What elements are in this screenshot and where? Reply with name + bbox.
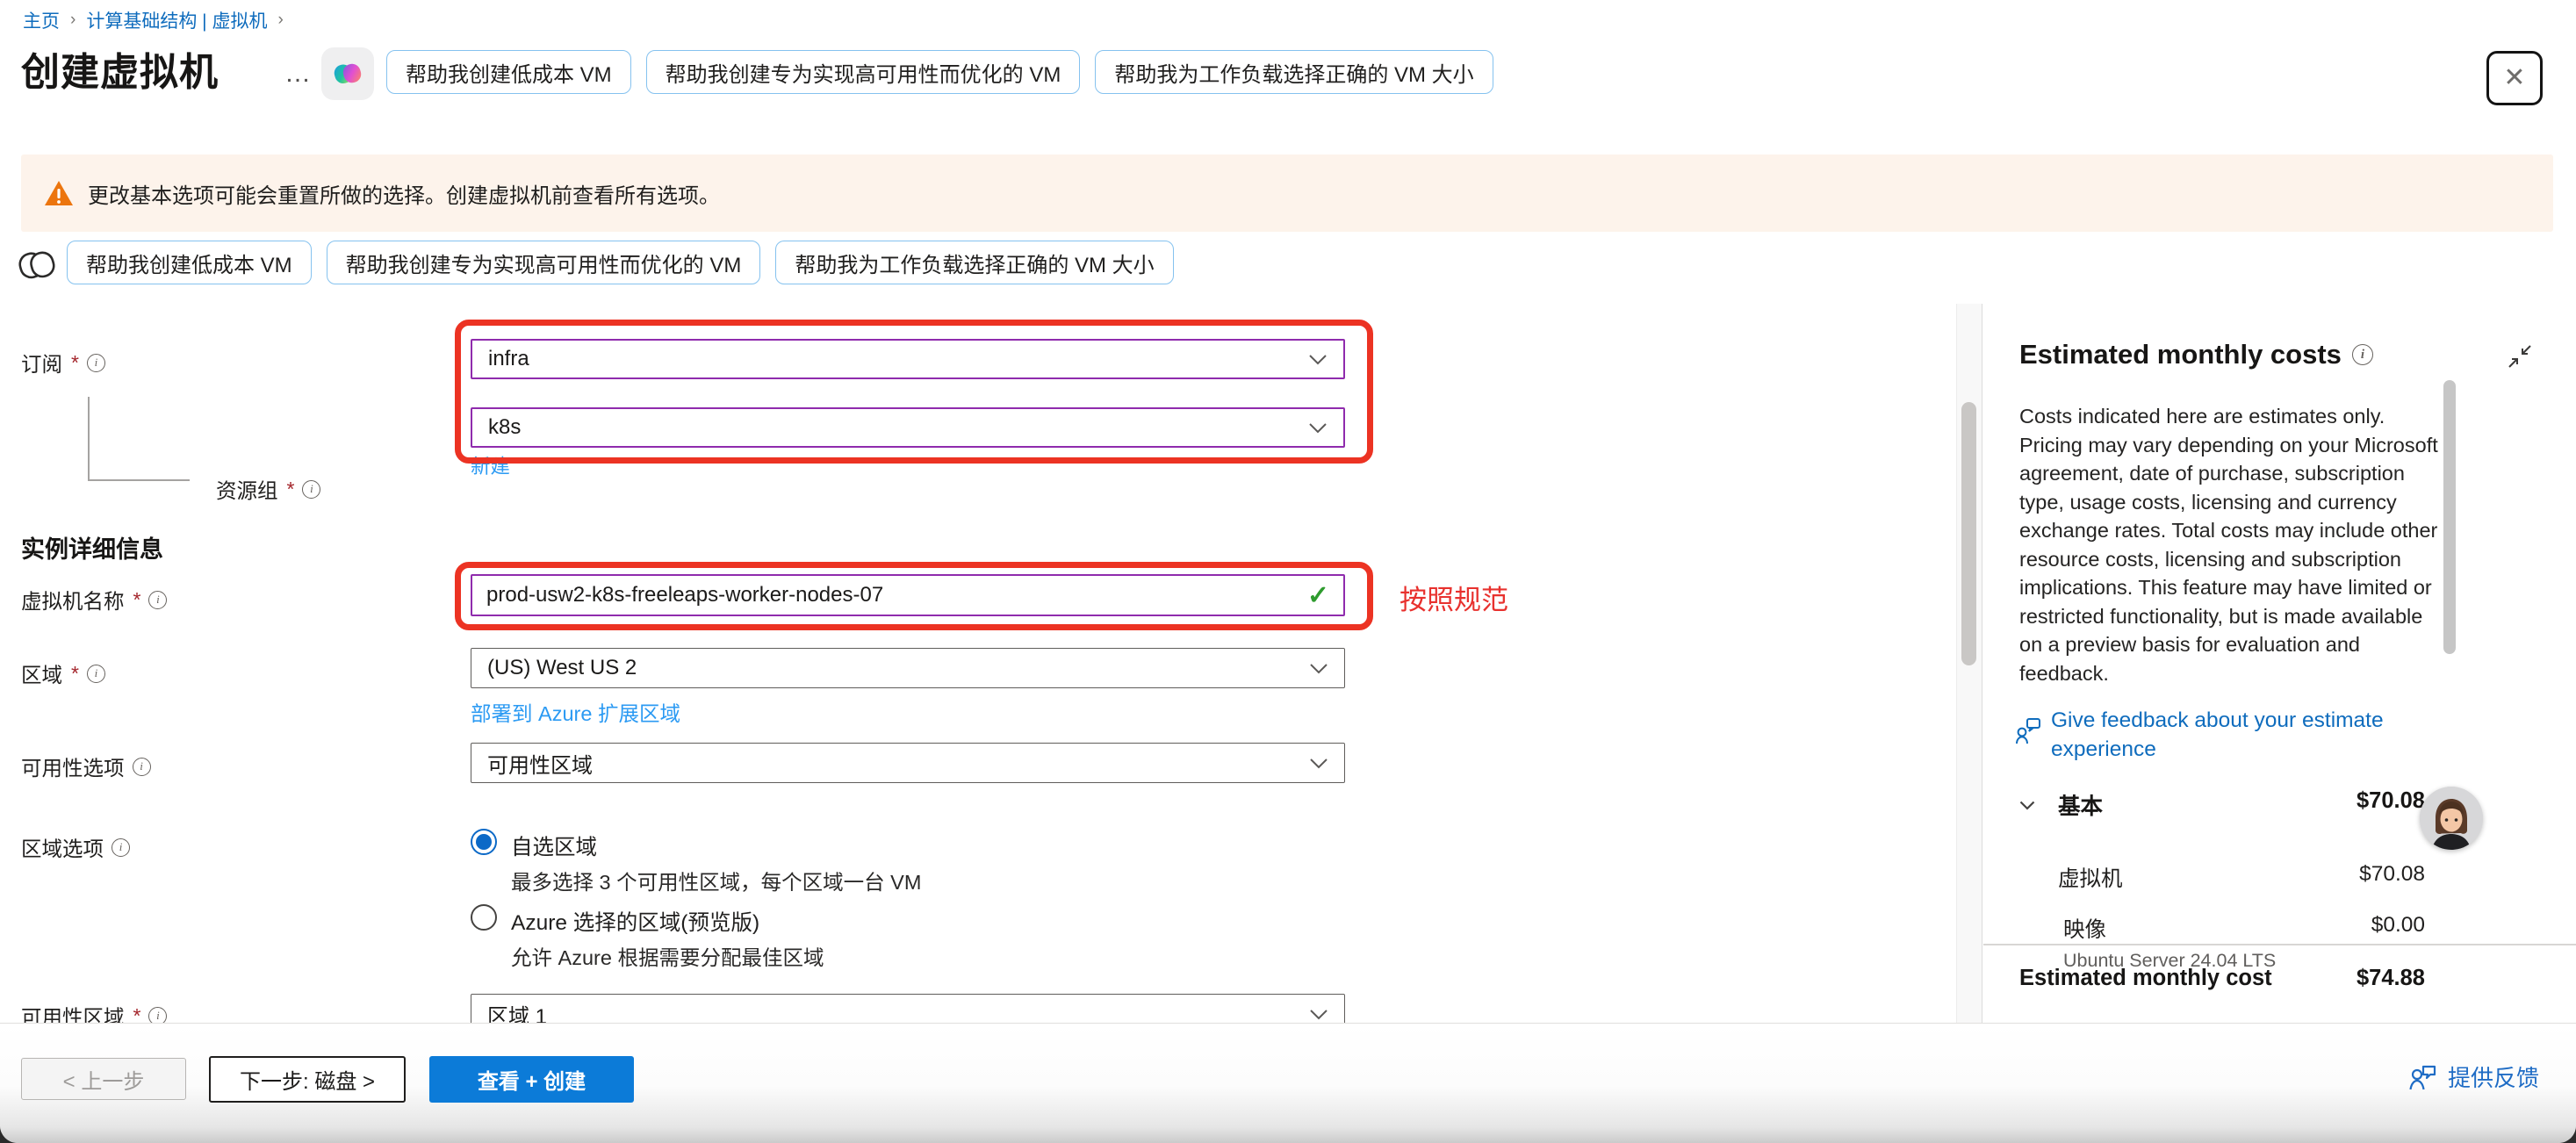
- chevron-down-icon: [1309, 1009, 1328, 1020]
- region-value: (US) West US 2: [487, 656, 637, 680]
- chevron-down-icon: [1308, 354, 1328, 365]
- copilot-suggestions-row: 帮助我创建低成本 VM 帮助我创建专为实现高可用性而优化的 VM 帮助我为工作负…: [67, 241, 1174, 284]
- chevron-down-icon[interactable]: [2019, 801, 2035, 810]
- info-icon[interactable]: i: [2352, 344, 2373, 365]
- feedback-icon: [2016, 716, 2042, 746]
- estimate-feedback-text: Give feedback about your estimate experi…: [2051, 706, 2430, 764]
- cost-item-vm-value: $70.08: [2359, 862, 2425, 887]
- chevron-down-icon: [1309, 663, 1328, 674]
- radio-azure-selected-zone[interactable]: [471, 904, 497, 931]
- annotation-text: 按照规范: [1400, 578, 1508, 617]
- cost-total-divider: [1983, 944, 2576, 945]
- chevron-down-icon: [1309, 758, 1328, 769]
- zone-options-label: 区域选项 i: [21, 832, 130, 862]
- zone-option-2-label[interactable]: Azure 选择的区域(预览版): [511, 906, 759, 937]
- suggestion-right-vm-size-button[interactable]: 帮助我为工作负载选择正确的 VM 大小: [1095, 50, 1493, 94]
- subscription-dropdown[interactable]: infra: [471, 339, 1345, 379]
- zone-option-2-description: 允许 Azure 根据需要分配最佳区域: [511, 941, 824, 971]
- close-icon: ✕: [2503, 65, 2525, 91]
- subscription-value: infra: [488, 347, 529, 371]
- breadcrumb-virtual-machines-link[interactable]: 计算基础结构 | 虚拟机: [86, 7, 267, 33]
- create-new-resource-group-link[interactable]: 新建: [471, 451, 510, 479]
- resource-group-value: k8s: [488, 415, 521, 440]
- resource-group-label: 资源组* i: [216, 474, 320, 504]
- warning-text: 更改基本选项可能会重置所做的选择。创建虚拟机前查看所有选项。: [88, 178, 720, 209]
- close-button[interactable]: ✕: [2486, 51, 2543, 105]
- next-step-disks-button[interactable]: 下一步: 磁盘 >: [209, 1056, 406, 1103]
- chevron-right-icon: ›: [70, 11, 76, 30]
- suggestion-low-cost-vm-button[interactable]: 帮助我创建低成本 VM: [386, 50, 631, 94]
- zone-option-1-label[interactable]: 自选区域: [511, 830, 597, 861]
- chevron-down-icon: [1308, 422, 1328, 434]
- tree-connector-horizontal: [88, 479, 190, 481]
- zone-option-1-description: 最多选择 3 个可用性区域，每个区域一台 VM: [511, 866, 921, 895]
- warning-banner: 更改基本选项可能会重置所做的选择。创建虚拟机前查看所有选项。: [21, 155, 2553, 232]
- availability-options-dropdown[interactable]: 可用性区域: [471, 743, 1345, 783]
- suggestion-low-cost-vm-button[interactable]: 帮助我创建低成本 VM: [67, 241, 312, 284]
- create-vm-page: 主页 › 计算基础结构 | 虚拟机 › 创建虚拟机 … 帮助我创建低成本 VM …: [0, 0, 2576, 1143]
- copilot-suggestions-header: 帮助我创建低成本 VM 帮助我创建专为实现高可用性而优化的 VM 帮助我为工作负…: [386, 50, 1493, 94]
- previous-step-button[interactable]: < 上一步: [21, 1058, 186, 1100]
- tree-connector-vertical: [88, 397, 90, 480]
- info-icon[interactable]: i: [148, 591, 167, 609]
- region-dropdown[interactable]: (US) West US 2: [471, 648, 1345, 688]
- review-create-button[interactable]: 查看 + 创建: [429, 1056, 634, 1103]
- region-label: 区域* i: [21, 658, 105, 688]
- breadcrumb-home-link[interactable]: 主页: [23, 7, 60, 33]
- deploy-edge-zone-link[interactable]: 部署到 Azure 扩展区域: [471, 697, 680, 727]
- feedback-link[interactable]: 提供反馈: [2409, 1060, 2539, 1093]
- assistant-avatar[interactable]: [2420, 787, 2483, 850]
- vm-name-label: 虚拟机名称* i: [21, 585, 167, 615]
- cost-panel-title: Estimated monthly costs i: [2019, 339, 2373, 370]
- cost-total-label: Estimated monthly cost: [2019, 966, 2272, 991]
- cost-total-value: $74.88: [2357, 966, 2425, 991]
- required-asterisk: *: [71, 351, 79, 375]
- vm-name-input[interactable]: prod-usw2-k8s-freeleaps-worker-nodes-07 …: [471, 574, 1345, 616]
- warning-icon: [44, 180, 74, 207]
- suggestion-high-availability-vm-button[interactable]: 帮助我创建专为实现高可用性而优化的 VM: [327, 241, 761, 284]
- cost-item-image-value: $0.00: [2371, 913, 2425, 938]
- estimate-feedback-link[interactable]: Give feedback about your estimate experi…: [2016, 706, 2430, 764]
- info-icon[interactable]: i: [87, 665, 105, 683]
- cost-item-image-label: 映像: [2063, 913, 2106, 944]
- suggestion-right-vm-size-button[interactable]: 帮助我为工作负载选择正确的 VM 大小: [775, 241, 1173, 284]
- cost-item-vm-label: 虚拟机: [2058, 862, 2123, 893]
- required-asterisk: *: [71, 662, 79, 686]
- cost-group-label[interactable]: 基本: [2058, 788, 2103, 821]
- subscription-label: 订阅* i: [21, 348, 105, 377]
- required-asterisk: *: [287, 478, 295, 501]
- copilot-icon: [331, 57, 364, 90]
- chevron-right-icon: ›: [277, 11, 283, 30]
- cost-panel-scrollbar-thumb[interactable]: [2443, 380, 2456, 654]
- availability-options-value: 可用性区域: [487, 748, 593, 779]
- feedback-person-icon: [2409, 1064, 2437, 1090]
- instance-details-heading: 实例详细信息: [21, 530, 163, 564]
- info-icon[interactable]: i: [133, 758, 151, 776]
- breadcrumb: 主页 › 计算基础结构 | 虚拟机 ›: [23, 7, 284, 33]
- radio-self-selected-zone[interactable]: [471, 829, 497, 855]
- vm-name-value: prod-usw2-k8s-freeleaps-worker-nodes-07: [486, 583, 883, 607]
- availability-options-label: 可用性选项 i: [21, 751, 151, 781]
- resource-group-dropdown[interactable]: k8s: [471, 407, 1345, 448]
- info-icon[interactable]: i: [302, 480, 320, 499]
- feedback-text: 提供反馈: [2448, 1060, 2539, 1093]
- cost-disclaimer-text: Costs indicated here are estimates only.…: [2019, 402, 2441, 687]
- required-asterisk: *: [133, 588, 141, 612]
- copilot-button[interactable]: [321, 47, 374, 100]
- collapse-panel-icon[interactable]: [2508, 344, 2532, 369]
- page-title: 创建虚拟机: [21, 40, 219, 97]
- info-icon[interactable]: i: [87, 354, 105, 372]
- info-icon[interactable]: i: [112, 838, 130, 857]
- footer-bar: < 上一步 下一步: 磁盘 > 查看 + 创建 提供反馈: [0, 1023, 2576, 1143]
- valid-check-icon: ✓: [1307, 580, 1329, 611]
- suggestion-high-availability-vm-button[interactable]: 帮助我创建专为实现高可用性而优化的 VM: [646, 50, 1081, 94]
- copilot-outline-icon[interactable]: [16, 244, 58, 286]
- cost-group-value: $70.08: [2357, 788, 2425, 814]
- avatar-image: [2420, 787, 2483, 850]
- form-scrollbar-thumb[interactable]: [1961, 402, 1976, 665]
- more-options-button[interactable]: …: [279, 58, 319, 90]
